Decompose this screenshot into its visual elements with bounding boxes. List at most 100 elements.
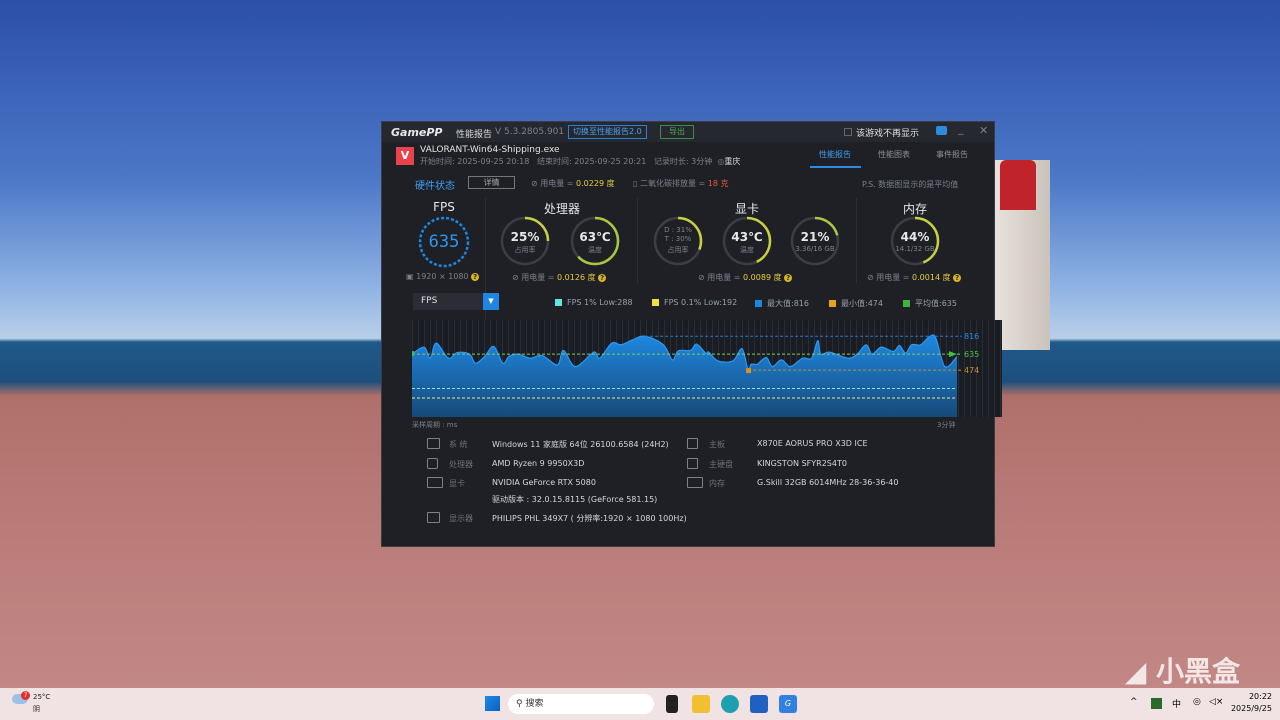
legend-swatch bbox=[555, 299, 562, 306]
cpu-temp: 63℃ bbox=[579, 230, 611, 244]
sysinfo-label: 主板 bbox=[709, 440, 725, 449]
legend-label: 平均值:635 bbox=[915, 299, 957, 308]
search-box[interactable]: ⚲ 搜索 bbox=[508, 694, 654, 714]
legend-swatch bbox=[829, 300, 836, 307]
detail-button[interactable]: 详情 bbox=[468, 176, 515, 189]
gamepp-taskbar-icon[interactable]: G bbox=[779, 695, 797, 713]
sysinfo-value: Windows 11 家庭版 64位 26100.6584 (24H2) bbox=[492, 440, 669, 449]
hardware-status-label: 硬件状态 bbox=[415, 181, 455, 192]
sysinfo-value: PHILIPS PHL 349X7 ( 分辨率:1920 × 1080 100H… bbox=[492, 514, 687, 523]
ime-indicator[interactable]: 中 bbox=[1172, 697, 1181, 710]
sysinfo-value: X870E AORUS PRO X3D ICE bbox=[757, 439, 868, 448]
location: 重庆 bbox=[724, 157, 741, 166]
version: V 5.3.2805.901 bbox=[495, 127, 565, 137]
gpu-power-label: 用电量 = bbox=[707, 273, 741, 282]
resolution-value: 1920 × 1080 bbox=[416, 272, 469, 281]
close-icon[interactable]: ✕ bbox=[979, 124, 988, 137]
driver-version: 驱动版本 : 32.0.15.8115 (GeForce 581.15) bbox=[492, 495, 658, 504]
export-button[interactable]: 导出 bbox=[660, 125, 694, 139]
clock-time[interactable]: 20:22 bbox=[1232, 692, 1272, 701]
watermark-logo: ◢ 小黑盒 bbox=[1124, 655, 1240, 688]
gamepp-window: GamePP 性能报告 V 5.3.2805.901 切换至性能报告2.0 导出… bbox=[381, 121, 1002, 547]
camera-icon[interactable] bbox=[936, 126, 947, 135]
gpu-t: T : 30% bbox=[664, 235, 692, 243]
mem-power-value: 0.0014 度 bbox=[912, 273, 951, 282]
max-label: 816 bbox=[964, 332, 979, 341]
fps-chart: 816 635 474 bbox=[412, 320, 1002, 417]
mem-detail: 14.1/32 GB bbox=[895, 245, 935, 253]
sysinfo-label: 显卡 bbox=[449, 479, 465, 488]
disk-icon bbox=[687, 458, 698, 469]
cpu-icon bbox=[427, 458, 438, 469]
legend-label: FPS 1% Low:288 bbox=[567, 298, 633, 307]
gpu-power: ⊘ 用电量 = 0.0089 度 ? bbox=[698, 273, 793, 282]
chevron-down-icon[interactable]: ▼ bbox=[483, 293, 499, 310]
cpu-usage-label: 占用率 bbox=[514, 246, 536, 254]
cpu-power-value: 0.0126 度 bbox=[557, 273, 596, 282]
cpu-power-label: 用电量 = bbox=[521, 273, 555, 282]
switch-report-button[interactable]: 切换至性能报告2.0 bbox=[568, 125, 647, 139]
game-icon: V bbox=[396, 147, 414, 165]
gpu-temp-label: 温度 bbox=[740, 246, 754, 254]
tab-performance-chart[interactable]: 性能图表 bbox=[878, 149, 910, 160]
start-marker bbox=[412, 351, 414, 357]
fps-area bbox=[412, 334, 957, 417]
legend-label: FPS 0.1% Low:192 bbox=[664, 298, 738, 307]
mem-usage: 44% bbox=[900, 230, 930, 244]
divider bbox=[856, 198, 857, 283]
sysinfo-label: 显示器 bbox=[449, 514, 473, 523]
sysinfo-value: KINGSTON SFYR2S4T0 bbox=[757, 459, 847, 468]
tab-performance-report[interactable]: 性能报告 bbox=[819, 149, 851, 160]
windows-icon bbox=[427, 438, 440, 449]
active-tab-indicator bbox=[810, 166, 861, 168]
store-icon[interactable] bbox=[750, 695, 768, 713]
power-icon: ⊘ bbox=[531, 179, 541, 188]
legend-label: 最小值:474 bbox=[841, 299, 883, 308]
tab-event-report[interactable]: 事件报告 bbox=[936, 149, 968, 160]
clock-date[interactable]: 2025/9/25 bbox=[1222, 704, 1272, 713]
no-show-checkbox[interactable] bbox=[844, 128, 852, 136]
help-icon[interactable]: ? bbox=[784, 274, 793, 282]
memory-icon bbox=[687, 477, 703, 488]
no-show-label: 该游戏不再显示 bbox=[856, 129, 920, 139]
cpu-power: ⊘ 用电量 = 0.0126 度 ? bbox=[512, 273, 607, 282]
motherboard-icon bbox=[687, 438, 698, 449]
legend-avg: 平均值:635 bbox=[903, 298, 957, 309]
cpu-usage: 25% bbox=[510, 230, 540, 244]
exe-name: VALORANT-Win64-Shipping.exe bbox=[420, 145, 560, 155]
help-icon[interactable]: ? bbox=[471, 273, 480, 281]
weather-temp: 25°C bbox=[33, 693, 51, 701]
task-view-icon[interactable] bbox=[666, 695, 678, 713]
monitor-icon bbox=[427, 512, 440, 523]
legend-swatch bbox=[652, 299, 659, 306]
fps-title: FPS bbox=[433, 200, 455, 214]
chevron-up-icon[interactable]: ^ bbox=[1130, 697, 1138, 707]
gpu-vram: 21% bbox=[800, 230, 830, 244]
minimize-icon[interactable]: _ bbox=[958, 122, 964, 135]
resolution: ▣ 1920 × 1080 ? bbox=[406, 272, 480, 281]
cpu-temp-label: 温度 bbox=[588, 246, 602, 254]
start-button[interactable] bbox=[485, 696, 500, 711]
sysinfo-label: 系 统 bbox=[449, 440, 468, 449]
legend-max: 最大值:816 bbox=[755, 298, 809, 309]
legend-swatch bbox=[903, 300, 910, 307]
sysinfo-value: G.Skill 32GB 6014MHz 28-36-36-40 bbox=[757, 478, 899, 487]
help-icon[interactable]: ? bbox=[598, 274, 607, 282]
edge-icon[interactable] bbox=[721, 695, 739, 713]
help-icon[interactable]: ? bbox=[953, 274, 962, 282]
sysinfo-value: NVIDIA GeForce RTX 5080 bbox=[492, 478, 596, 487]
nvidia-tray-icon[interactable] bbox=[1151, 698, 1162, 709]
avg-note: P.S. 数据图显示的是平均值 bbox=[862, 180, 959, 189]
x-axis-end-label: 3分钟 bbox=[937, 421, 956, 429]
fps-value: 635 bbox=[428, 232, 460, 252]
end-time: 结束时间: 2025-09-25 20:21 bbox=[536, 157, 647, 166]
start-time: 开始时间: 2025-09-25 20:18 bbox=[420, 157, 530, 166]
wifi-icon[interactable]: ◎ bbox=[1193, 697, 1201, 707]
mem-power: ⊘ 用电量 = 0.0014 度 ? bbox=[867, 273, 962, 282]
legend-label: 最大值:816 bbox=[767, 299, 809, 308]
weather-badge: 7 bbox=[21, 691, 30, 700]
search-label: 搜索 bbox=[525, 699, 544, 709]
app-logo: GamePP bbox=[391, 126, 443, 139]
power-value: 0.0229 度 bbox=[576, 179, 615, 188]
file-explorer-icon[interactable] bbox=[692, 695, 710, 713]
